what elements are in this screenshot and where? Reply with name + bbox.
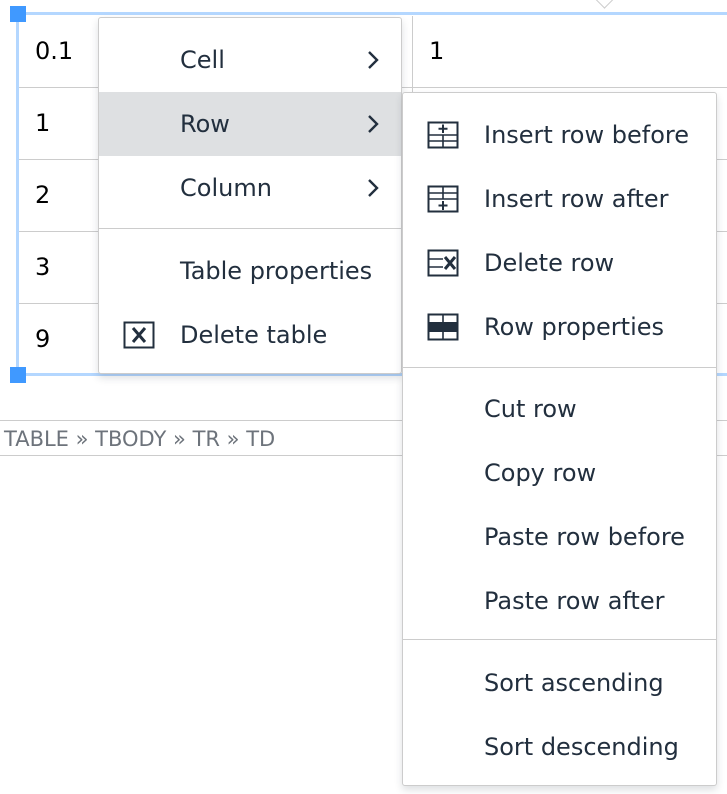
menu-item-label: Delete row — [484, 249, 615, 277]
menu-item-label: Delete table — [180, 321, 328, 349]
menu-separator — [99, 228, 401, 229]
resize-notch — [595, 0, 614, 9]
menu-item-label: Table properties — [180, 257, 373, 285]
chevron-right-icon — [368, 179, 379, 197]
element-path[interactable]: TABLE » TBODY » TR » TD — [4, 421, 275, 457]
menu-item-row[interactable]: Row — [99, 92, 401, 156]
menu-item-insert-row-before[interactable]: Insert row before — [403, 103, 716, 167]
delete-row-icon — [427, 249, 459, 277]
menu-separator — [403, 639, 716, 640]
menu-item-label: Sort descending — [484, 733, 679, 761]
menu-item-cell[interactable]: Cell — [99, 28, 401, 92]
menu-item-insert-row-after[interactable]: Insert row after — [403, 167, 716, 231]
row-properties-icon — [427, 313, 459, 341]
menu-item-row-properties[interactable]: Row properties — [403, 295, 716, 359]
menu-item-delete-table[interactable]: Delete table — [99, 303, 401, 367]
insert-row-after-icon — [427, 185, 459, 213]
insert-row-before-icon — [427, 121, 459, 149]
menu-item-label: Paste row before — [484, 523, 685, 551]
menu-item-copy-row[interactable]: Copy row — [403, 441, 716, 505]
chevron-right-icon — [368, 115, 379, 133]
menu-item-label: Insert row before — [484, 121, 689, 149]
menu-separator — [403, 367, 716, 368]
table-delete-icon — [123, 321, 155, 349]
menu-item-label: Copy row — [484, 459, 597, 487]
menu-item-sort-ascending[interactable]: Sort ascending — [403, 651, 716, 715]
menu-item-label: Column — [180, 174, 272, 202]
context-menu: Cell Row Column Table properties Delete … — [98, 17, 402, 374]
menu-item-label: Cut row — [484, 395, 577, 423]
table-cell[interactable]: 1 — [412, 16, 727, 87]
menu-item-sort-descending[interactable]: Sort descending — [403, 715, 716, 779]
menu-item-paste-row-before[interactable]: Paste row before — [403, 505, 716, 569]
menu-item-label: Row — [180, 110, 230, 138]
menu-item-table-properties[interactable]: Table properties — [99, 239, 401, 303]
menu-item-cut-row[interactable]: Cut row — [403, 377, 716, 441]
menu-item-paste-row-after[interactable]: Paste row after — [403, 569, 716, 633]
menu-item-label: Cell — [180, 46, 225, 74]
menu-item-label: Row properties — [484, 313, 665, 341]
menu-item-delete-row[interactable]: Delete row — [403, 231, 716, 295]
menu-item-label: Insert row after — [484, 185, 669, 213]
chevron-right-icon — [368, 51, 379, 69]
row-submenu: Insert row before Insert row after Delet… — [402, 92, 717, 786]
menu-item-column[interactable]: Column — [99, 156, 401, 220]
menu-item-label: Paste row after — [484, 587, 665, 615]
menu-item-label: Sort ascending — [484, 669, 664, 697]
